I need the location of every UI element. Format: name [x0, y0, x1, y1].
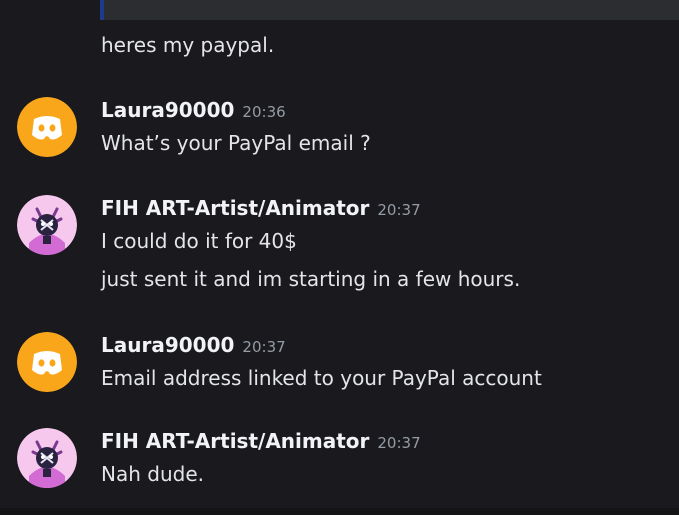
message-text: I could do it for 40$ — [101, 229, 297, 253]
message-text: heres my paypal. — [101, 33, 275, 57]
timestamp[interactable]: 20:37 — [377, 201, 420, 219]
bottom-divider — [0, 508, 679, 515]
message-header: Laura90000 20:36 — [101, 97, 286, 125]
message-text: Nah dude. — [101, 462, 204, 486]
message-text: Email address linked to your PayPal acco… — [101, 366, 542, 390]
artist-avatar[interactable] — [17, 428, 77, 488]
artist-avatar[interactable] — [17, 195, 77, 255]
message-text: just sent it and im starting in a few ho… — [101, 267, 521, 291]
discord-logo-icon[interactable] — [17, 332, 77, 392]
timestamp[interactable]: 20:37 — [242, 338, 285, 356]
username[interactable]: Laura90000 — [101, 333, 234, 357]
username[interactable]: Laura90000 — [101, 98, 234, 122]
message-header: Laura90000 20:37 — [101, 332, 286, 360]
timestamp[interactable]: 20:37 — [377, 434, 420, 452]
discord-logo-icon[interactable] — [17, 97, 77, 157]
username[interactable]: FIH ART-Artist/Animator — [101, 196, 369, 220]
message-text: What’s your PayPal email ? — [101, 131, 371, 155]
previous-embed — [100, 0, 679, 20]
message-header: FIH ART-Artist/Animator 20:37 — [101, 428, 421, 456]
username[interactable]: FIH ART-Artist/Animator — [101, 429, 369, 453]
timestamp[interactable]: 20:36 — [242, 103, 285, 121]
chat-message-list: heres my paypal. Laura90000 20:36 What’s … — [0, 0, 679, 515]
message-header: FIH ART-Artist/Animator 20:37 — [101, 195, 421, 223]
